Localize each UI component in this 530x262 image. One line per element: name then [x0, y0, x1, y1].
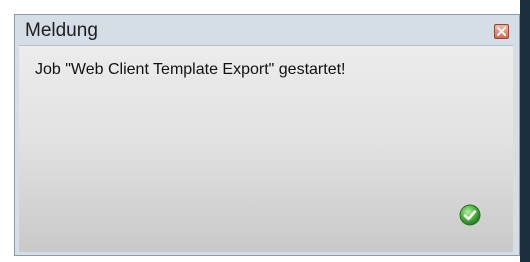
success-check-icon	[459, 204, 481, 226]
close-icon	[497, 27, 506, 36]
dialog-message: Job "Web Client Template Export" gestart…	[35, 61, 346, 78]
dialog-title: Meldung	[25, 20, 98, 41]
message-dialog: Meldung Job "Web Client Template Export"…	[14, 14, 520, 256]
window-edge	[520, 0, 530, 262]
close-button[interactable]	[494, 24, 509, 39]
dialog-body: Job "Web Client Template Export" gestart…	[19, 45, 513, 252]
dialog-titlebar[interactable]: Meldung	[15, 15, 519, 45]
